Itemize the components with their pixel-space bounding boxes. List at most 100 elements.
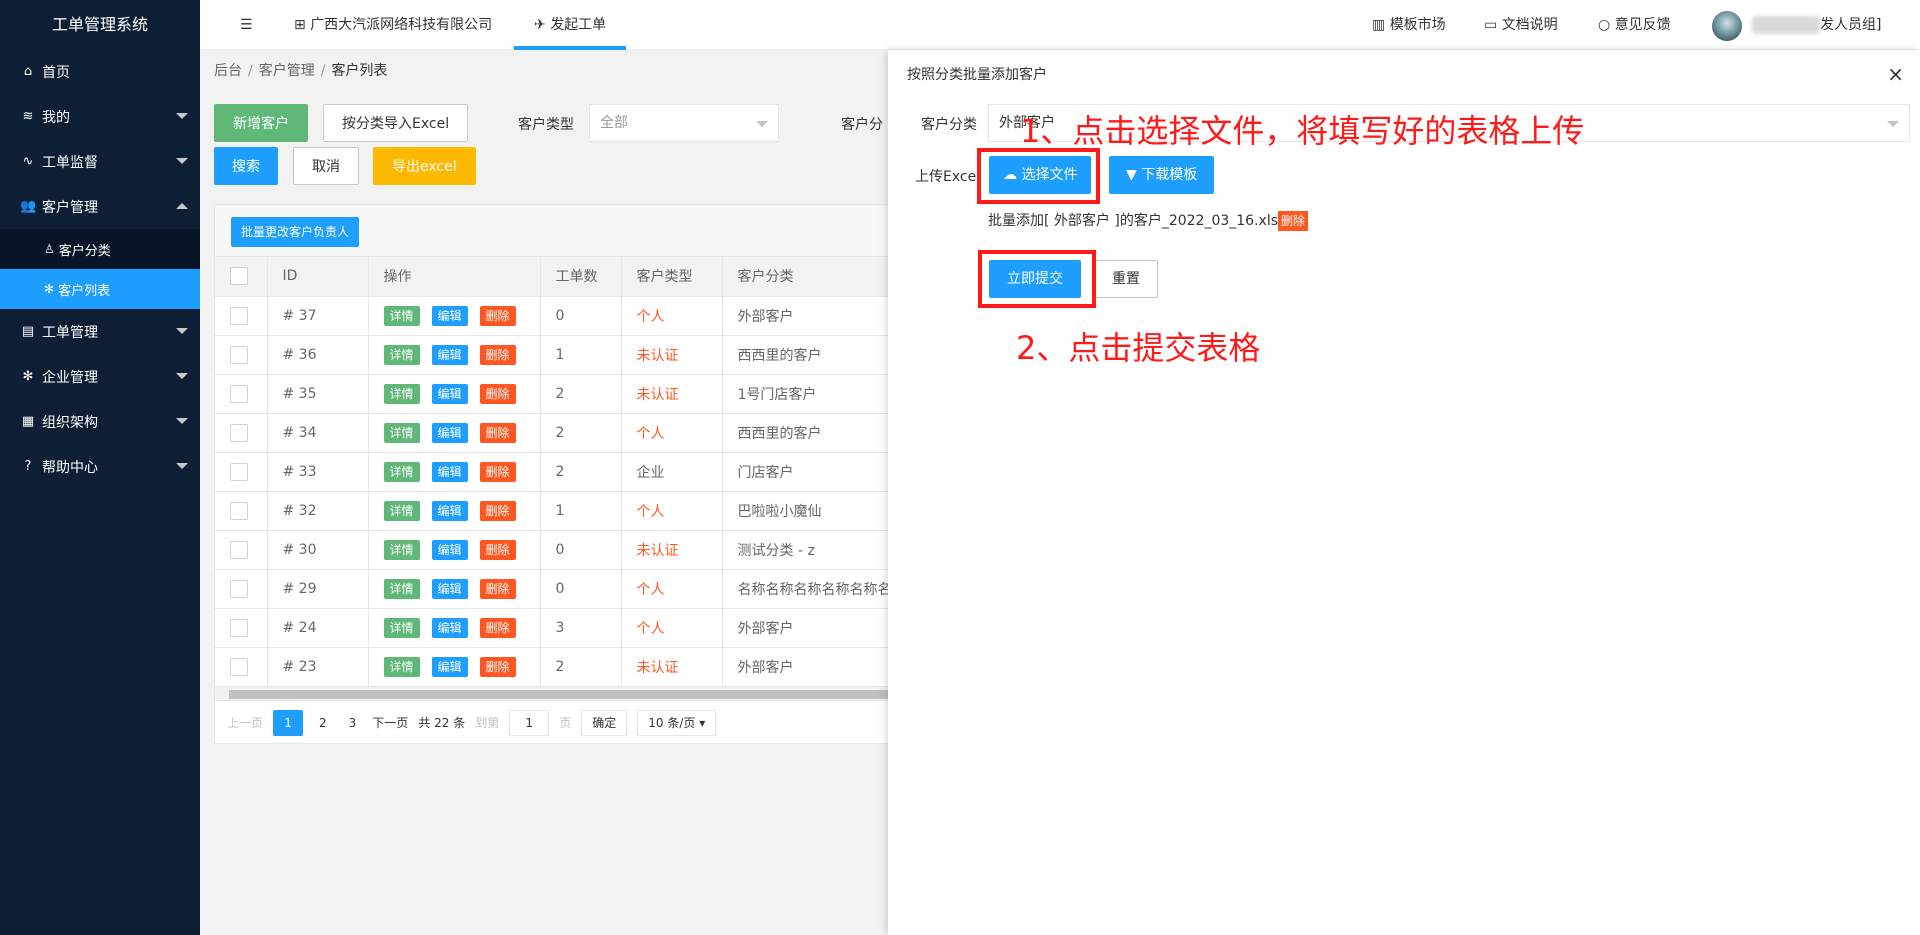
per-page-select[interactable]: 10 条/页 ▾ (637, 709, 717, 736)
row-checkbox[interactable] (230, 423, 248, 442)
cell-ticket-count: 0 (540, 530, 622, 570)
table-row: # 36 详情 编辑 删除 1 未认证 西西里的客户 (215, 335, 913, 375)
close-icon[interactable]: × (1887, 64, 1904, 84)
detail-button[interactable]: 详情 (383, 344, 420, 365)
sidebar-item-enterprise[interactable]: ✻ 企业管理 (0, 354, 200, 399)
horizontal-scrollbar[interactable] (215, 686, 913, 701)
sidebar-item-label: 工单监督 (42, 154, 98, 171)
row-checkbox[interactable] (230, 657, 248, 676)
sidebar-item-customer-category[interactable]: ♙ 客户分类 (0, 229, 200, 269)
row-checkbox[interactable] (230, 579, 248, 598)
breadcrumb-section[interactable]: 客户管理 (259, 63, 315, 79)
edit-button[interactable]: 编辑 (431, 305, 468, 326)
customer-type-select[interactable]: 全部 (589, 104, 779, 142)
cell-customer-category: 外部客户 (722, 296, 913, 336)
edit-button[interactable]: 编辑 (431, 383, 468, 404)
row-checkbox[interactable] (230, 501, 248, 520)
column-header-id: ID (267, 257, 369, 297)
cancel-button[interactable]: 取消 (293, 147, 359, 185)
caret-down-icon: ▼ (1126, 167, 1142, 183)
cell-customer-category: 外部客户 (722, 608, 913, 648)
edit-button[interactable]: 编辑 (431, 422, 468, 443)
batch-change-owner-button[interactable]: 批量更改客户负责人 (231, 217, 360, 247)
delete-button[interactable]: 删除 (479, 500, 516, 521)
detail-button[interactable]: 详情 (383, 500, 420, 521)
detail-button[interactable]: 详情 (383, 461, 420, 482)
edit-button[interactable]: 编辑 (431, 344, 468, 365)
cell-id: # 23 (267, 647, 369, 687)
delete-button[interactable]: 删除 (479, 617, 516, 638)
row-checkbox[interactable] (230, 540, 248, 559)
sidebar-item-home[interactable]: ⌂ 首页 (0, 49, 200, 94)
feedback-link[interactable]: ○ 意见反馈 (1598, 0, 1671, 50)
delete-button[interactable]: 删除 (479, 461, 516, 482)
sidebar-item-help[interactable]: ? 帮助中心 (0, 444, 200, 489)
sidebar: 工单管理系统 ⌂ 首页 ≋ 我的 ∿ 工单监督 👥 客户管理 ♙ 客户分类 ✻ … (0, 0, 200, 935)
edit-button[interactable]: 编辑 (431, 617, 468, 638)
export-excel-button[interactable]: 导出excel (373, 147, 476, 185)
sidebar-item-monitor[interactable]: ∿ 工单监督 (0, 139, 200, 184)
row-checkbox[interactable] (230, 462, 248, 481)
sidebar-item-mine[interactable]: ≋ 我的 (0, 94, 200, 139)
sidebar-item-customer-list[interactable]: ✻ 客户列表 (0, 269, 200, 309)
select-all-checkbox[interactable] (230, 267, 248, 286)
detail-button[interactable]: 详情 (383, 656, 420, 677)
detail-button[interactable]: 详情 (383, 305, 420, 326)
edit-button[interactable]: 编辑 (431, 539, 468, 560)
template-market-link[interactable]: ▥ 模板市场 (1372, 0, 1446, 50)
edit-button[interactable]: 编辑 (431, 656, 468, 677)
add-customer-button[interactable]: 新增客户 (214, 104, 308, 142)
detail-button[interactable]: 详情 (383, 539, 420, 560)
delete-button[interactable]: 删除 (479, 344, 516, 365)
edit-button[interactable]: 编辑 (431, 500, 468, 521)
uploaded-file-line: 批量添加[ 外部客户 ]的客户_2022_03_16.xls 删除 (988, 210, 1309, 231)
company-link[interactable]: ⊞ 广西大汽派网络科技有限公司 (294, 0, 492, 50)
sidebar-item-label: 客户列表 (58, 283, 111, 299)
detail-button[interactable]: 详情 (383, 422, 420, 443)
cell-id: # 37 (267, 296, 369, 336)
cell-customer-category: 西西里的客户 (722, 413, 913, 453)
prev-page-button[interactable]: 上一页 (227, 714, 263, 731)
import-excel-button[interactable]: 按分类导入Excel (323, 104, 469, 142)
edit-button[interactable]: 编辑 (431, 461, 468, 482)
user-role[interactable]: 发人员组] (1820, 0, 1881, 50)
avatar[interactable] (1712, 11, 1742, 41)
download-template-button[interactable]: ▼ 下载模板 (1109, 156, 1215, 194)
row-checkbox[interactable] (230, 306, 248, 325)
sidebar-item-customer-mgmt[interactable]: 👥 客户管理 (0, 184, 200, 229)
menu-toggle-icon[interactable]: ☰ (240, 0, 253, 50)
sidebar-item-label: 客户分类 (58, 243, 111, 259)
page-2-button[interactable]: 2 (313, 716, 333, 730)
home-icon: ⌂ (23, 64, 33, 79)
search-button[interactable]: 搜索 (214, 147, 278, 185)
row-checkbox[interactable] (230, 618, 248, 637)
reset-button[interactable]: 重置 (1094, 260, 1158, 298)
cell-actions: 详情 编辑 删除 (368, 530, 541, 570)
detail-button[interactable]: 详情 (383, 383, 420, 404)
delete-button[interactable]: 删除 (479, 383, 516, 404)
docs-link[interactable]: ▭ 文档说明 (1484, 0, 1558, 50)
delete-button[interactable]: 删除 (479, 656, 516, 677)
breadcrumb-home[interactable]: 后台 (214, 63, 242, 79)
row-checkbox[interactable] (230, 345, 248, 364)
delete-button[interactable]: 删除 (479, 305, 516, 326)
delete-button[interactable]: 删除 (479, 578, 516, 599)
cell-ticket-count: 1 (540, 335, 622, 375)
next-page-button[interactable]: 下一页 (372, 714, 408, 731)
delete-button[interactable]: 删除 (479, 422, 516, 443)
edit-button[interactable]: 编辑 (431, 578, 468, 599)
tab-launch-ticket[interactable]: ✈ 发起工单 (514, 0, 627, 50)
goto-page-input[interactable]: 1 (509, 709, 550, 736)
detail-button[interactable]: 详情 (383, 578, 420, 599)
file-delete-button[interactable]: 删除 (1278, 211, 1309, 231)
detail-button[interactable]: 详情 (383, 617, 420, 638)
chevron-up-icon (176, 203, 188, 209)
delete-button[interactable]: 删除 (479, 539, 516, 560)
scrollbar-thumb[interactable] (229, 689, 913, 699)
goto-confirm-button[interactable]: 确定 (581, 709, 628, 736)
page-3-button[interactable]: 3 (343, 716, 363, 730)
sidebar-item-ticket-mgmt[interactable]: ▤ 工单管理 (0, 309, 200, 354)
sidebar-item-org[interactable]: ▦ 组织架构 (0, 399, 200, 444)
row-checkbox[interactable] (230, 384, 248, 403)
page-1-button[interactable]: 1 (273, 709, 304, 736)
